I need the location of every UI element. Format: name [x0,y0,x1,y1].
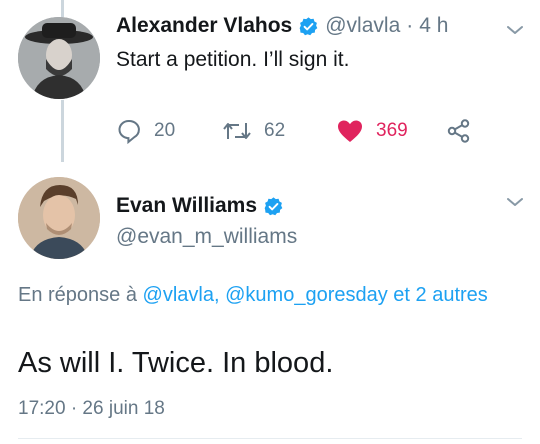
tweet2-display-name[interactable]: Evan Williams [116,194,257,218]
chevron-down-icon[interactable] [506,196,524,208]
tweet2-header: Evan Williams [116,194,284,218]
avatar-evan-williams[interactable] [18,177,100,259]
avatar-photo-icon [18,177,100,259]
tweet2-timestamp[interactable]: 17:20 · 26 juin 18 [18,398,165,420]
share-icon [447,119,470,143]
reply-context: En réponse à @vlavla, @kumo_goresday et … [18,282,498,309]
avatar-alexander-vlahos[interactable] [18,17,100,99]
reply-button[interactable]: 20 [116,118,175,144]
divider [18,438,522,439]
chevron-down-icon[interactable] [506,24,524,36]
reply-icon [118,119,140,144]
tweet1-text: Start a petition. I’ll sign it. [116,48,350,71]
share-button[interactable] [446,118,484,144]
thread-line-connector [61,100,64,162]
tweet1-time[interactable]: 4 h [419,14,448,38]
like-button[interactable]: 369 [336,118,408,144]
tweet1-separator: · [406,14,414,37]
avatar-photo-icon [18,17,100,99]
verified-icon [264,196,283,215]
tweet1-display-name[interactable]: Alexander Vlahos [116,14,292,38]
reply-prefix: En réponse à [18,284,137,306]
tweet1-header: Alexander Vlahos @vlavla · 4 h [116,14,448,38]
tweet2-text: As will I. Twice. In blood. [18,347,334,379]
verified-icon [299,16,318,35]
retweet-icon [223,123,251,139]
retweet-button[interactable]: 62 [222,118,285,144]
mention-link[interactable]: @kumo_goresday [225,284,388,306]
tweet2-handle[interactable]: @evan_m_williams [116,225,297,249]
mention-link[interactable]: @vlavla, [143,284,220,306]
heart-icon [338,120,362,142]
like-count: 369 [376,120,408,141]
others-link[interactable]: et 2 autres [393,284,488,306]
reply-count: 20 [154,120,176,141]
thread-line-top [61,0,64,17]
retweet-count: 62 [264,120,286,141]
tweet1-handle[interactable]: @vlavla [325,14,400,38]
